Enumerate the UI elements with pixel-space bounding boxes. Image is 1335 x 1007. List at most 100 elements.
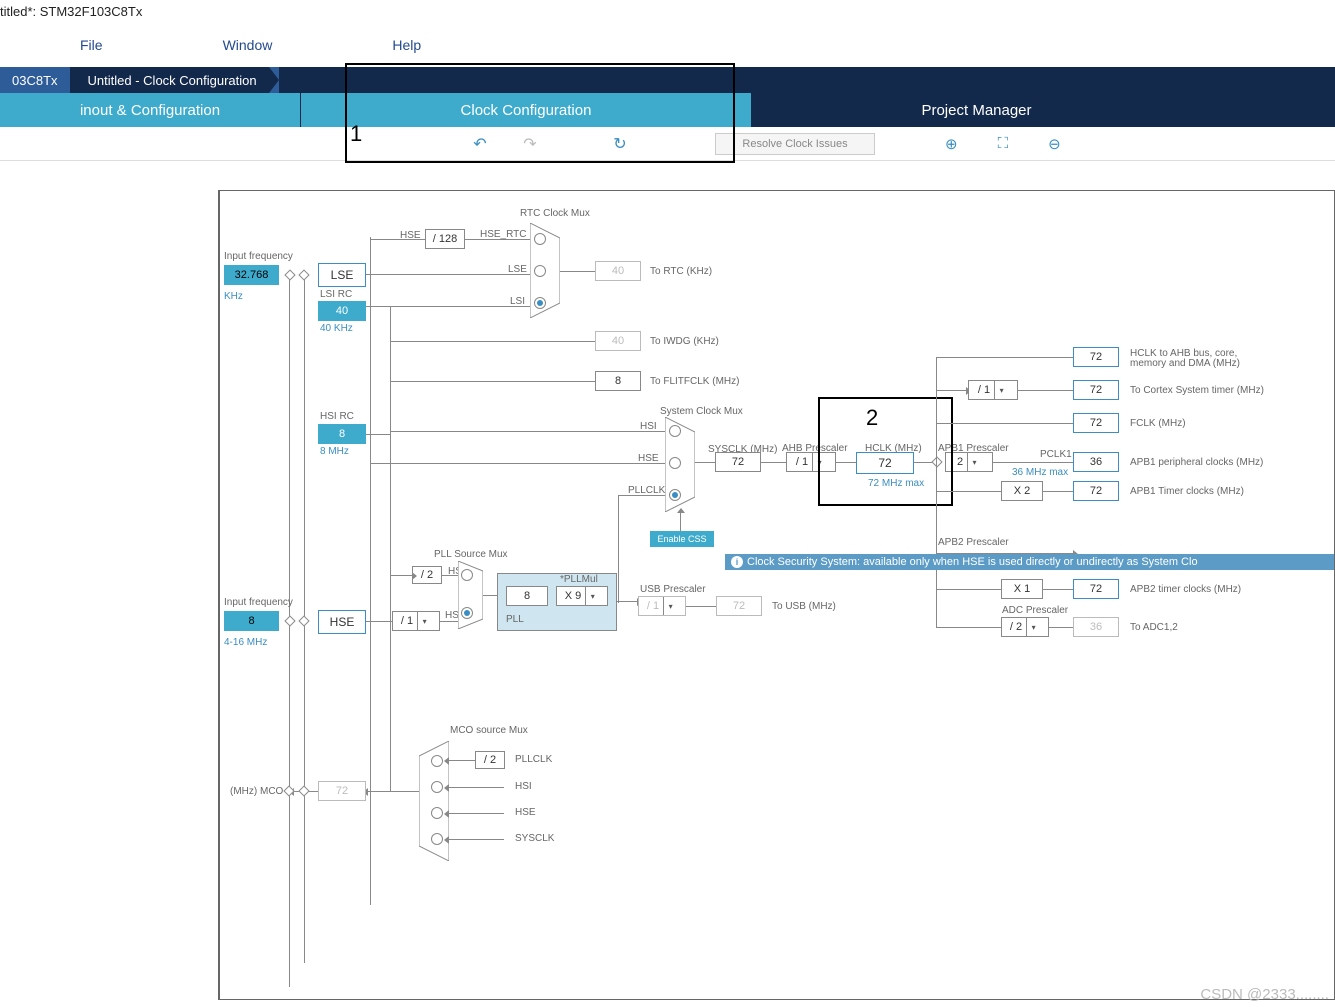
sysclk-mux-label: System Clock Mux [660,406,743,417]
hse-unit: 4-16 MHz [224,637,267,648]
mco-label: (MHz) MCO [230,786,283,797]
zoom-in-icon[interactable]: ⊕ [945,135,958,153]
adc-prescaler-select[interactable]: / 2▾ [1001,617,1049,637]
pll-name: PLL [506,614,524,625]
out-adc-value: 36 [1073,617,1119,637]
watermark: CSDN @2333........ [1200,986,1329,1003]
lse-osc: LSE [318,263,366,287]
mco-sysclk-label: SYSCLK [515,833,554,844]
info-icon: i [731,556,743,568]
pclk1-max: 36 MHz max [1012,467,1068,478]
mco-hse-label: HSE [515,807,536,818]
hse-osc: HSE [318,610,366,634]
lse-unit: KHz [224,291,243,302]
annotation-label-1: 1 [350,121,362,147]
breadcrumb: 03C8Tx Untitled - Clock Configuration [0,67,1335,93]
out-apb1p-label: APB1 peripheral clocks (MHz) [1130,457,1263,468]
usb-value: 72 [716,596,762,616]
rtc-mux[interactable] [530,223,560,318]
rtc-lsi-in: LSI [510,296,525,307]
mco-mux-label: MCO source Mux [450,725,528,736]
css-tooltip: i Clock Security System: available only … [725,554,1335,570]
fit-icon[interactable]: ⛶ [998,135,1009,153]
out-cortex-label: To Cortex System timer (MHz) [1130,385,1264,396]
out-ahb-label: HCLK to AHB bus, core, memory and DMA (M… [1130,349,1260,369]
sysclk-mux[interactable] [665,417,695,512]
lsi-unit: 40 KHz [320,323,353,334]
hse-prescaler-select[interactable]: / 1▾ [392,611,440,631]
out-apb1p-value: 36 [1073,452,1119,472]
iwdg-value: 40 [595,331,641,351]
breadcrumb-page[interactable]: Untitled - Clock Configuration [70,67,269,93]
hse-freq-input[interactable]: 8 [224,611,279,631]
out-adc-label: To ADC1,2 [1130,622,1178,633]
hsi-rc-label: HSI RC [320,411,354,422]
rtc-mux-label: RTC Clock Mux [520,208,590,219]
lse-input-freq-label: Input frequency [224,251,293,262]
out-apb1t-label: APB1 Timer clocks (MHz) [1130,486,1244,497]
mco-pllclk-label: PLLCLK [515,754,552,765]
hse-rtc-label: HSE_RTC [480,229,527,240]
pll-source-mux-label: PLL Source Mux [434,549,508,560]
apb2-prescaler-label: APB2 Prescaler [938,537,1009,548]
redo-icon[interactable]: ↷ [505,134,555,154]
lse-freq-input[interactable]: 32.768 [224,265,279,285]
menu-help[interactable]: Help [392,37,421,53]
hclk-value-input[interactable]: 72 [856,452,914,474]
reset-icon[interactable]: ↻ [595,134,645,154]
out-cortex-value: 72 [1073,380,1119,400]
clock-diagram-canvas[interactable]: RTC Clock Mux Input frequency 32.768 KHz… [218,190,1335,1000]
menu-window[interactable]: Window [223,37,273,53]
tab-clock[interactable]: Clock Configuration [301,93,751,127]
enable-css-button[interactable]: Enable CSS [650,531,714,547]
apb1-timer-mul: X 2 [1001,481,1043,501]
lsi-rc-label: LSI RC [320,289,352,300]
to-iwdg-label: To IWDG (KHz) [650,336,719,347]
rtc-lse-in: LSE [508,264,527,275]
apb1-prescaler-select[interactable]: 2▾ [945,452,993,472]
toolbar: 1 ↶ ↷ ↻ Resolve Clock Issues ⊕ ⛶ ⊖ [0,127,1335,161]
tab-project[interactable]: Project Manager [752,93,1201,127]
hclk-max: 72 MHz max [868,478,924,489]
out-fclk-label: FCLK (MHz) [1130,418,1186,429]
sysclk-value: 72 [715,452,761,472]
apb2-timer-mul: X 1 [1001,579,1043,599]
lsi-value: 40 [318,301,366,321]
out-ahb-value: 72 [1073,347,1119,367]
usb-prescaler-select[interactable]: / 1▾ [638,596,686,616]
out-apb1t-value: 72 [1073,481,1119,501]
pll-mul-label: *PLLMul [560,574,598,585]
usb-label: To USB (MHz) [772,601,836,612]
out-apb2t-label: APB2 timer clocks (MHz) [1130,584,1241,595]
adc-prescaler-label: ADC Prescaler [1002,605,1068,616]
hse-input-freq-label: Input frequency [224,597,293,608]
menu-bar: File Window Help [0,23,1335,67]
cortex-prescaler-select[interactable]: / 1▾ [968,380,1018,400]
tab-strip: inout & Configuration Clock Configuratio… [0,93,1335,127]
mco-value: 72 [318,781,366,801]
to-rtc-label: To RTC (KHz) [650,266,712,277]
tab-pinout[interactable]: inout & Configuration [0,93,300,127]
ahb-prescaler-select[interactable]: / 1▾ [786,452,836,472]
hsi-unit: 8 MHz [320,446,349,457]
pclk1-label: PCLK1 [1040,449,1072,460]
flitfclk-value: 8 [595,371,641,391]
out-fclk-value: 72 [1073,413,1119,433]
mco-pll-div2: / 2 [475,751,505,769]
hsi-value: 8 [318,424,366,444]
pll-source-mux[interactable] [458,561,483,629]
flitfclk-label: To FLITFCLK (MHz) [650,376,739,387]
pll-block: 8 *PLLMul X 9▾ PLL [497,573,617,631]
pll-mul-select[interactable]: X 9▾ [556,586,608,606]
menu-file[interactable]: File [80,37,103,53]
window-title: titled*: STM32F103C8Tx [0,0,1335,23]
out-apb2t-value: 72 [1073,579,1119,599]
usb-prescaler-label: USB Prescaler [640,584,706,595]
pll-input-value: 8 [506,586,548,606]
mco-hsi-label: HSI [515,781,532,792]
resolve-clock-issues-button[interactable]: Resolve Clock Issues [715,133,875,155]
annotation-label-2: 2 [866,405,878,431]
breadcrumb-chip[interactable]: 03C8Tx [0,67,70,93]
undo-icon[interactable]: ↶ [455,134,505,154]
zoom-out-icon[interactable]: ⊖ [1048,135,1061,153]
